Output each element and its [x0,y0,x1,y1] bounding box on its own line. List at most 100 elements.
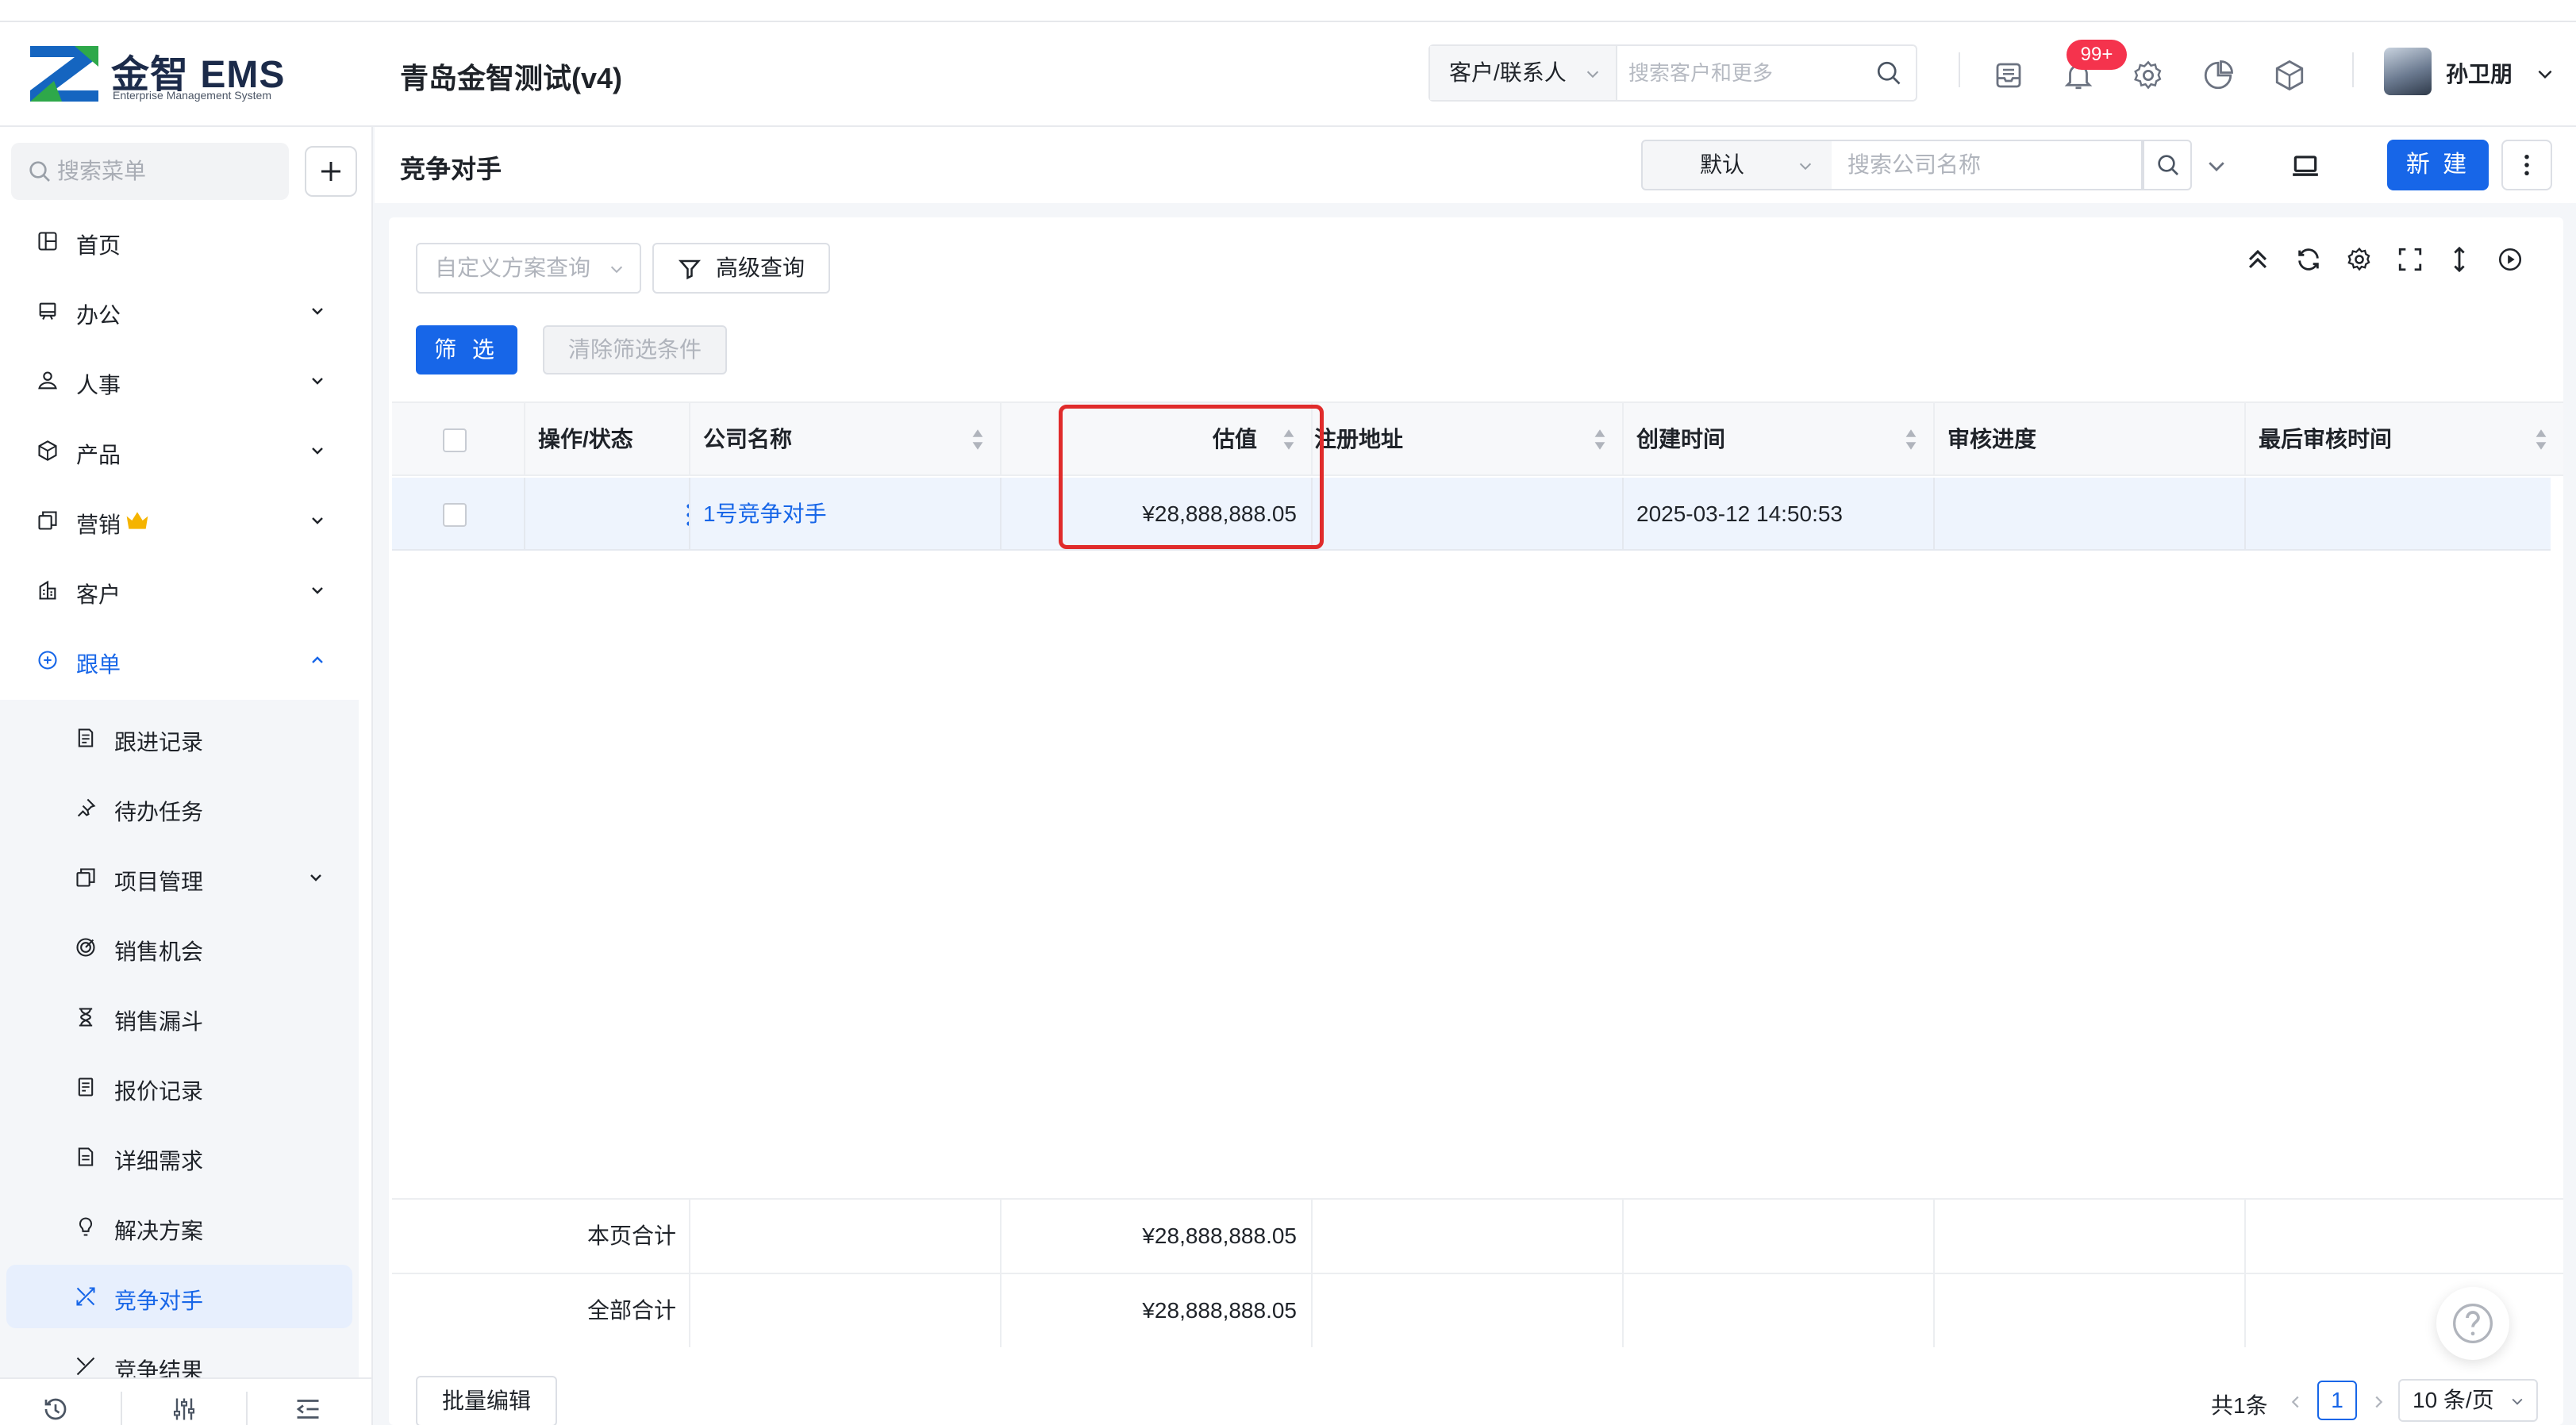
summary-empty-cell [1935,1274,2246,1347]
sidebar-subitem-project[interactable]: 项目管理 [0,846,359,909]
search-scope-select[interactable]: 客户/联系人 [1430,46,1617,100]
row-actions-cell [525,478,690,549]
chevron-down-icon[interactable] [2205,154,2228,178]
more-vertical-icon[interactable] [681,501,690,528]
laptop-view-icon[interactable] [2290,151,2320,181]
menu-search [11,143,289,200]
column-header-address[interactable]: 注册地址 [1313,403,1624,474]
sidebar-subitem-label: 解决方案 [114,1219,204,1243]
inbox-icon[interactable] [1992,59,2025,92]
more-vertical-icon [2524,154,2529,176]
fullscreen-icon[interactable] [2397,246,2424,273]
office-icon [39,302,56,320]
sidebar-subitem-competitor[interactable]: 竞争对手 [6,1265,352,1328]
sidebar-subitem-quote[interactable]: 报价记录 [0,1055,359,1119]
sidebar-subitem-funnel[interactable]: 销售漏斗 [0,985,359,1049]
browser-strip [0,0,2576,22]
sidebar-subitem-opportunity[interactable]: 销售机会 [0,916,359,979]
sidebar-subitem-follow-record[interactable]: 跟进记录 [0,706,359,770]
bulb-icon [79,1217,93,1236]
chevron-left-icon[interactable] [2287,1393,2305,1411]
column-header-review-progress: 审核进度 [1935,403,2246,474]
company-search-input[interactable] [1847,141,2117,189]
collapse-up-icon[interactable] [2244,246,2271,273]
row-checkbox[interactable] [443,503,467,527]
search-icon[interactable] [1874,59,1903,87]
sidebar-item-label: 首页 [76,233,121,258]
home-icon [38,232,57,251]
chevron-down-icon[interactable] [2535,63,2555,84]
batch-edit-button[interactable]: 批量编辑 [416,1376,557,1425]
app-logo[interactable]: 金智 EMS Enterprise Management System [30,43,300,106]
sort-icon[interactable] [2533,427,2549,452]
cube-icon[interactable] [2273,59,2306,92]
pie-chart-icon[interactable] [2201,59,2235,92]
sidebar-item-marketing[interactable]: 营销 [0,489,371,552]
sidebar-item-office[interactable]: 办公 [0,279,371,343]
sidebar-item-hr[interactable]: 人事 [0,349,371,413]
sidebar-subitem-label: 项目管理 [114,870,204,894]
sidebar-subitem-todo[interactable]: 待办任务 [0,776,359,839]
document-icon [78,1147,94,1166]
row-select-cell [392,478,525,549]
current-page[interactable]: 1 [2317,1381,2357,1420]
company-search-button[interactable] [2143,140,2192,190]
row-height-icon[interactable] [2446,246,2473,273]
marketing-icon [38,511,57,530]
column-header-label: 公司名称 [703,427,793,451]
sidebar-item-home[interactable]: 首页 [0,209,371,273]
sidebar-subitem-requirement[interactable]: 详细需求 [0,1125,359,1189]
clear-filter-button[interactable]: 清除筛选条件 [543,325,727,374]
avatar[interactable] [2384,48,2432,95]
collapse-menu-icon[interactable] [294,1395,322,1423]
sort-icon[interactable] [970,427,986,452]
menu-search-input[interactable] [57,143,279,200]
sidebar-item-follow[interactable]: 跟单 [0,628,371,692]
summary-empty-cell [1624,1200,1935,1273]
refresh-icon[interactable] [2295,246,2322,273]
created-time-cell: 2025-03-12 14:50:53 [1624,478,1935,549]
sidebar-item-customer[interactable]: 客户 [0,559,371,622]
logo-subtitle: Enterprise Management System [113,89,271,102]
sliders-icon[interactable] [170,1395,198,1423]
hourglass-icon [79,1008,93,1027]
more-options-button[interactable] [2501,140,2552,190]
scheme-select[interactable]: 默认 [1641,140,1833,190]
help-button[interactable] [2436,1287,2509,1360]
sidebar-item-product[interactable]: 产品 [0,419,371,482]
sidebar-subitem-solution[interactable]: 解决方案 [0,1195,359,1258]
sidebar: 首页 办公 人事 产品 营销 客户 跟单 跟进记录 待 [0,127,373,1425]
select-all-checkbox[interactable] [443,428,467,452]
gear-icon[interactable] [2132,59,2165,92]
chevron-up-icon [312,656,323,663]
company-name-link[interactable]: 1号竞争对手 [690,478,1002,549]
table-row[interactable]: 1号竞争对手 ¥28,888,888.05 2025-03-12 14:50:5… [392,478,2551,551]
question-icon [2453,1304,2493,1343]
gear-icon[interactable] [2346,246,2373,273]
valuation-cell: ¥28,888,888.05 [1002,478,1313,549]
filter-button[interactable]: 筛 选 [416,325,517,374]
sidebar-subitem-label: 销售漏斗 [114,1009,204,1034]
sort-icon[interactable] [1903,427,1919,452]
add-menu-button[interactable] [305,146,357,197]
play-icon[interactable] [2497,246,2524,273]
column-header-company[interactable]: 公司名称 [690,403,1002,474]
sort-icon[interactable] [1281,427,1297,452]
page-size-select[interactable]: 10 条/页 [2398,1379,2538,1422]
column-header-created[interactable]: 创建时间 [1624,403,1935,474]
user-name[interactable]: 孙卫朋 [2446,57,2513,89]
tenant-name: 青岛金智测试(v4) [400,62,623,94]
chevron-right-icon[interactable] [2370,1393,2387,1411]
history-icon[interactable] [41,1395,70,1423]
column-header-last-review[interactable]: 最后审核时间 [2246,403,2563,474]
people-icon [38,371,57,390]
sort-icon[interactable] [1592,427,1608,452]
global-search-input[interactable] [1628,46,1867,100]
summary-empty-cell [1313,1200,1624,1273]
sidebar-subitem-label: 待办任务 [114,800,204,824]
new-button[interactable]: 新 建 [2387,140,2489,190]
column-header-valuation[interactable]: 估值 [1002,403,1313,474]
quote-icon [78,1077,94,1097]
advanced-query-button[interactable]: 高级查询 [652,243,830,294]
custom-query-select[interactable]: 自定义方案查询 [416,243,641,294]
